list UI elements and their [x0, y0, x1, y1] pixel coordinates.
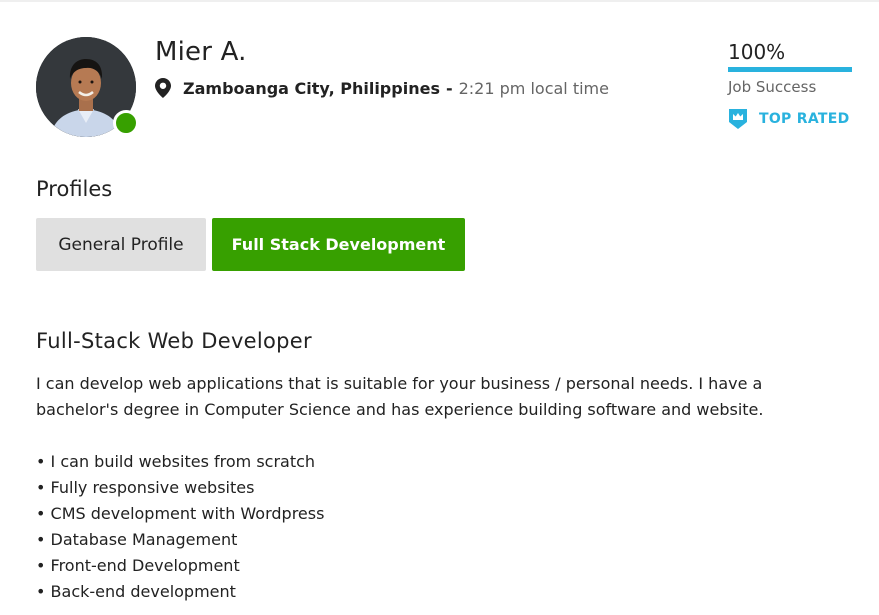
list-item: Database Management [36, 527, 324, 553]
top-rated-badge[interactable]: TOP RATED [728, 108, 850, 130]
location-separator: - [445, 78, 453, 98]
overview-line: I can develop web applications that is s… [36, 374, 763, 393]
top-rated-badge-icon [729, 109, 747, 129]
overview-description: I can develop web applications that is s… [36, 371, 836, 423]
location-row: Zamboanga City, Philippines - 2:21 pm lo… [155, 77, 609, 99]
online-status-indicator [113, 110, 139, 136]
list-item: Fully responsive websites [36, 475, 324, 501]
list-item: Front-end Development [36, 553, 324, 579]
top-rated-label: TOP RATED [759, 111, 850, 127]
overview-line: bachelor's degree in Computer Science an… [36, 400, 764, 419]
skills-list: I can build websites from scratch Fully … [36, 449, 325, 605]
tab-full-stack-development[interactable]: Full Stack Development [212, 218, 465, 271]
list-item: Back-end development [36, 579, 324, 605]
profile-title: Full-Stack Web Developer [36, 329, 312, 353]
top-divider [0, 0, 879, 2]
tab-general-profile[interactable]: General Profile [36, 218, 206, 271]
location-pin-icon [155, 78, 171, 98]
local-time: 2:21 pm local time [458, 78, 609, 98]
location-city: Zamboanga City, Philippines [183, 78, 440, 98]
freelancer-name: Mier A. [155, 37, 247, 67]
list-item: CMS development with Wordpress [36, 501, 325, 527]
job-success-label: Job Success [728, 78, 817, 96]
job-success-percent: 100% [728, 40, 786, 64]
profiles-heading: Profiles [36, 177, 113, 201]
job-success-bar [728, 67, 852, 72]
job-success-bar-fill [728, 67, 852, 72]
list-item: I can build websites from scratch [36, 449, 324, 475]
